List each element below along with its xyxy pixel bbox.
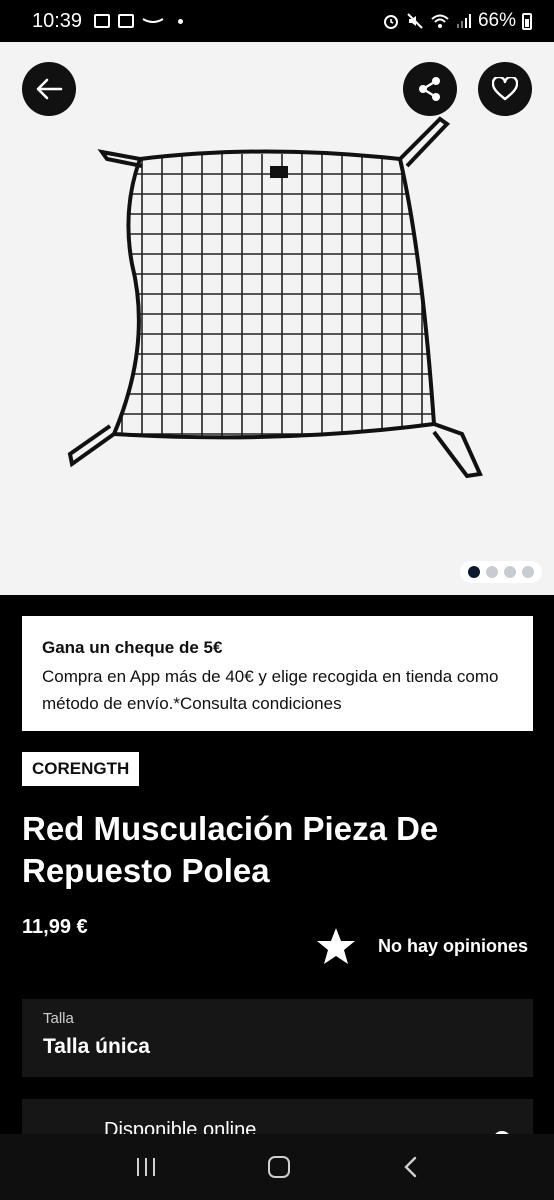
notification-icons	[94, 14, 184, 28]
more-notifications-icon	[178, 18, 184, 24]
back-button[interactable]	[22, 62, 76, 116]
image-pager[interactable]	[460, 561, 542, 583]
favorite-button[interactable]	[478, 62, 532, 116]
product-image-cargo-net[interactable]	[62, 114, 492, 484]
home-button[interactable]	[267, 1156, 290, 1178]
mute-icon	[407, 13, 423, 29]
promo-title: Gana un cheque de 5€	[42, 638, 223, 657]
pager-dot-2[interactable]	[486, 566, 498, 578]
star-icon	[317, 928, 355, 964]
back-arrow-icon	[36, 78, 63, 100]
pager-dot-1[interactable]	[468, 566, 480, 578]
recents-button[interactable]	[136, 1158, 155, 1176]
rating-text: No hay opiniones	[378, 935, 529, 956]
system-nav-bar	[0, 1134, 554, 1200]
pager-dot-4[interactable]	[522, 566, 534, 578]
gallery-notification-icon	[94, 14, 111, 28]
size-selector[interactable]: Talla Talla única	[22, 999, 533, 1077]
product-price: 11,99 €	[22, 916, 88, 938]
promo-text: Compra en App más de 40€ y elige recogid…	[42, 667, 499, 713]
brand-badge[interactable]: CORENGTH	[22, 752, 140, 786]
amazon-notification-icon	[142, 18, 164, 23]
share-icon	[419, 77, 440, 101]
promo-banner[interactable]: Gana un cheque de 5€ Compra en App más d…	[22, 616, 533, 731]
outlook-notification-icon	[118, 14, 135, 28]
status-bar: 10:39 66%	[0, 0, 554, 42]
system-status: 66%	[382, 10, 532, 32]
battery-icon	[522, 12, 532, 30]
battery-percent: 66%	[477, 10, 516, 31]
product-gallery[interactable]	[0, 42, 554, 595]
share-button[interactable]	[403, 62, 457, 116]
size-value: Talla única	[43, 1035, 150, 1058]
alarm-icon	[383, 15, 398, 29]
signal-icon	[456, 14, 471, 28]
wifi-icon	[431, 14, 449, 28]
heart-icon	[492, 77, 518, 101]
pager-dot-3[interactable]	[504, 566, 516, 578]
back-nav-icon[interactable]	[403, 1156, 417, 1178]
size-label: Talla	[43, 1010, 74, 1027]
product-title: Red Musculación Pieza De Repuesto Polea	[22, 810, 439, 889]
rating-summary[interactable]: No hay opiniones	[316, 927, 528, 965]
status-time: 10:39	[32, 9, 83, 32]
